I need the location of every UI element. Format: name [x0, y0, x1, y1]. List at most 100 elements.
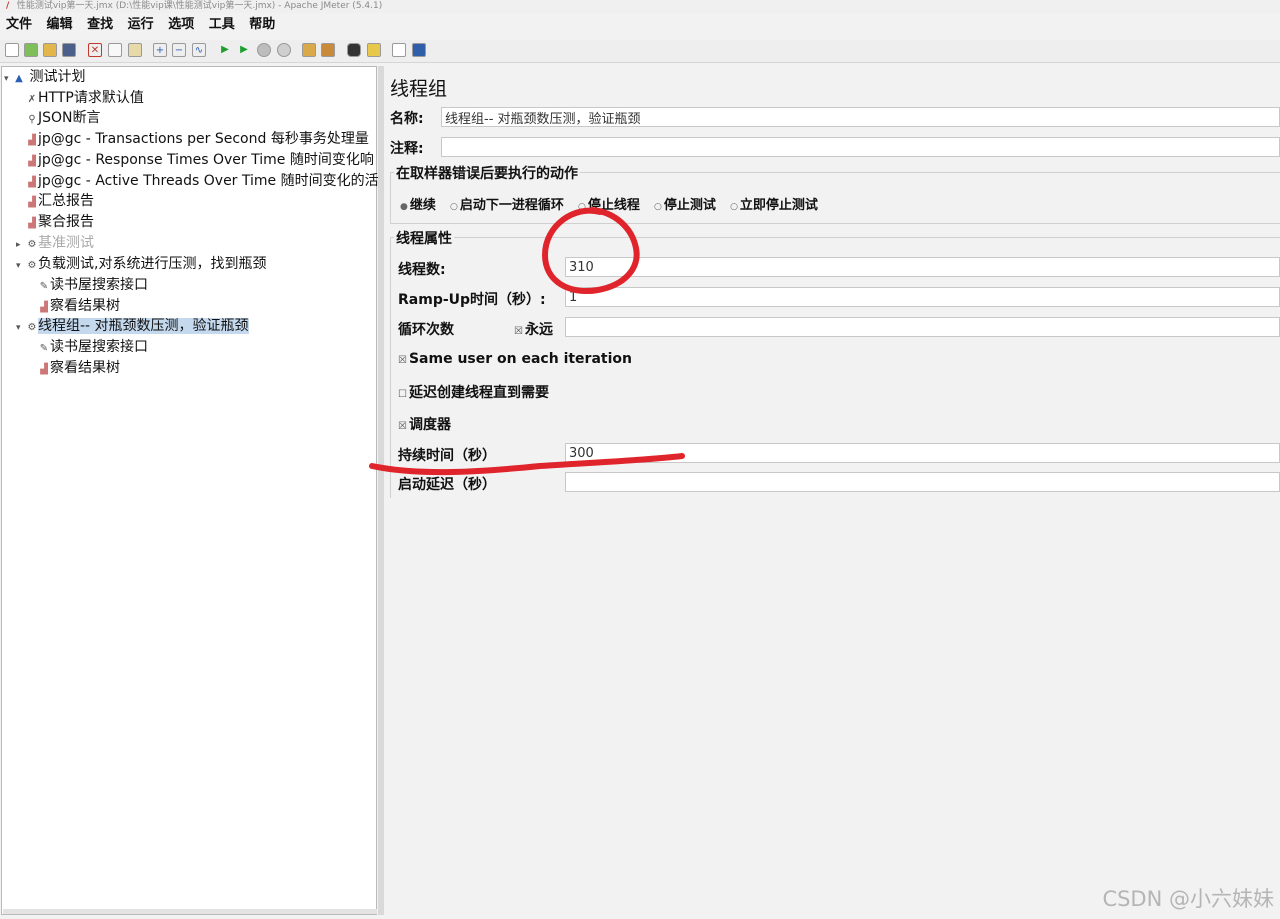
wrench-icon: ✗ [27, 94, 37, 105]
menu-tools[interactable]: 工具 [209, 17, 235, 32]
radio-selected-icon: ● [400, 202, 408, 212]
open-icon[interactable] [43, 43, 57, 57]
forever-checkbox[interactable]: ☒ 永远 [514, 319, 553, 339]
startup-delay-label: 启动延迟（秒） [398, 477, 496, 493]
comment-label: 注释: [390, 141, 424, 157]
radio-icon: ○ [450, 202, 458, 212]
same-user-checkbox[interactable]: ☒ Same user on each iteration [398, 351, 632, 367]
graph-icon: ▟ [40, 302, 48, 313]
expand-toggle-icon[interactable]: ▾ [16, 261, 21, 271]
radio-icon: ○ [730, 202, 738, 212]
on-error-options: ● 继续 ○ 启动下一进程循环 ○ 停止线程 ○ 停止测试 ○ 立即停止测试 [400, 194, 828, 213]
startup-delay-field[interactable] [565, 472, 1280, 492]
name-field[interactable] [441, 107, 1280, 127]
graph-icon: ▟ [28, 197, 36, 208]
radio-icon: ○ [654, 202, 662, 212]
graph-icon: ▟ [28, 156, 36, 167]
threads-label: 线程数: [398, 262, 446, 278]
on-error-title: 在取样器错误后要执行的动作 [394, 163, 580, 183]
watermark: CSDN @小六妹妹 [1102, 887, 1274, 911]
expand-icon[interactable]: + [153, 43, 167, 57]
scheduler-checkbox[interactable]: ☒ 调度器 [398, 414, 451, 434]
duration-label: 持续时间（秒） [398, 448, 496, 464]
menu-file[interactable]: 文件 [6, 17, 32, 32]
tree-item-test-plan[interactable]: ▲ 测试计划 [13, 67, 85, 87]
binoculars-icon[interactable] [347, 43, 361, 57]
cut-icon[interactable]: ✕ [88, 43, 102, 57]
radio-stop-thread[interactable]: ○ 停止线程 [578, 198, 640, 213]
tree-item-thread-group-selected[interactable]: ⚙ 线程组-- 对瓶颈数压测，验证瓶颈 [26, 316, 249, 336]
stop-icon[interactable] [257, 43, 271, 57]
tree-item-summary-report[interactable]: ▟ 汇总报告 [26, 191, 94, 211]
tree-item-tps-listener[interactable]: ▟ jp@gc - Transactions per Second 每秒事务处理量 [26, 129, 369, 149]
toggle-icon[interactable]: ∿ [192, 43, 206, 57]
menu-run[interactable]: 运行 [128, 17, 154, 32]
magnifier-icon: ⚲ [28, 114, 36, 125]
graph-icon: ▟ [28, 135, 36, 146]
loop-count-field[interactable] [565, 317, 1280, 337]
delay-thread-creation-checkbox[interactable]: ☐ 延迟创建线程直到需要 [398, 382, 549, 402]
tree-item-results-tree-1[interactable]: ▟ 察看结果树 [38, 296, 120, 316]
thread-props-title: 线程属性 [394, 228, 454, 248]
menu-help[interactable]: 帮助 [249, 17, 275, 32]
test-plan-icon: ▲ [15, 73, 23, 84]
radio-continue[interactable]: ● 继续 [400, 198, 436, 213]
menu-search[interactable]: 查找 [87, 17, 113, 32]
tree-item-active-threads-listener[interactable]: ▟ jp@gc - Active Threads Over Time 随时间变化的… [26, 171, 378, 191]
comment-field[interactable] [441, 137, 1280, 157]
jmeter-feather-icon: / [6, 1, 10, 11]
menu-edit[interactable]: 编辑 [47, 17, 73, 32]
thread-group-panel: 线程组 名称: 注释: 在取样器错误后要执行的动作 ●继续 ○启动下一进程循环 … [384, 66, 1280, 919]
radio-stop-test-now[interactable]: ○ 立即停止测试 [730, 198, 818, 213]
start-no-pauses-icon[interactable]: ▶ [237, 43, 251, 57]
function-helper-icon[interactable] [392, 43, 406, 57]
tree-horizontal-scrollbar[interactable] [3, 909, 377, 914]
tree-item-results-tree-2[interactable]: ▟ 察看结果树 [38, 358, 120, 378]
collapse-toggle-icon[interactable]: ▸ [16, 240, 21, 250]
rampup-field[interactable] [565, 287, 1280, 307]
radio-stop-test[interactable]: ○ 停止测试 [654, 198, 716, 213]
test-plan-tree: ▾ ▲ 测试计划 ✗ HTTP请求默认值 ⚲ JSON断言 ▟ jp@gc - Tra… [1, 66, 379, 915]
copy-icon[interactable] [108, 43, 122, 57]
paste-icon[interactable] [128, 43, 142, 57]
help-icon[interactable] [412, 43, 426, 57]
tree-item-search-api-1[interactable]: ✎ 读书屋搜索接口 [38, 275, 148, 295]
duration-field[interactable] [565, 443, 1280, 463]
shutdown-icon[interactable] [277, 43, 291, 57]
toolbar: ✕ + − ∿ ▶ ▶ [0, 40, 1280, 63]
window-titlebar: / 性能测试vip第一天.jmx (D:\性能vip课\性能测试vip第一天.j… [0, 0, 1280, 13]
tree-item-search-api-2[interactable]: ✎ 读书屋搜索接口 [38, 337, 148, 357]
loop-count-label: 循环次数 [398, 322, 454, 338]
templates-icon[interactable] [24, 43, 38, 57]
rampup-label: Ramp-Up时间（秒）: [398, 292, 546, 308]
name-label: 名称: [390, 111, 424, 127]
tree-item-json-assertion[interactable]: ⚲ JSON断言 [26, 108, 100, 128]
threads-field[interactable] [565, 257, 1280, 277]
menu-options[interactable]: 选项 [168, 17, 194, 32]
graph-icon: ▟ [28, 177, 36, 188]
radio-icon: ○ [578, 202, 586, 212]
expand-toggle-icon[interactable]: ▾ [16, 323, 21, 333]
expand-toggle-icon[interactable]: ▾ [4, 74, 9, 84]
new-icon[interactable] [5, 43, 19, 57]
save-icon[interactable] [62, 43, 76, 57]
checkbox-unchecked-icon: ☐ [398, 389, 407, 400]
gear-icon: ⚙ [27, 239, 37, 250]
start-icon[interactable]: ▶ [218, 43, 232, 57]
tree-item-baseline-test[interactable]: ⚙ 基准测试 [26, 233, 94, 253]
window-title: 性能测试vip第一天.jmx (D:\性能vip课\性能测试vip第一天.jmx… [16, 1, 383, 11]
clear-all-icon[interactable] [321, 43, 335, 57]
pencil-icon: ✎ [39, 343, 49, 354]
tree-item-response-times-listener[interactable]: ▟ jp@gc - Response Times Over Time 随时间变化响 [26, 150, 374, 170]
reset-search-icon[interactable] [367, 43, 381, 57]
radio-start-next-loop[interactable]: ○ 启动下一进程循环 [450, 198, 564, 213]
menu-bar: 文件 编辑 查找 运行 选项 工具 帮助 [0, 14, 1280, 36]
graph-icon: ▟ [28, 218, 36, 229]
tree-item-aggregate-report[interactable]: ▟ 聚合报告 [26, 212, 94, 232]
collapse-icon[interactable]: − [172, 43, 186, 57]
graph-icon: ▟ [40, 364, 48, 375]
checkbox-checked-icon: ☒ [398, 355, 407, 366]
clear-icon[interactable] [302, 43, 316, 57]
tree-item-http-defaults[interactable]: ✗ HTTP请求默认值 [26, 88, 144, 108]
tree-item-load-test[interactable]: ⚙ 负载测试,对系统进行压测，找到瓶颈 [26, 254, 267, 274]
